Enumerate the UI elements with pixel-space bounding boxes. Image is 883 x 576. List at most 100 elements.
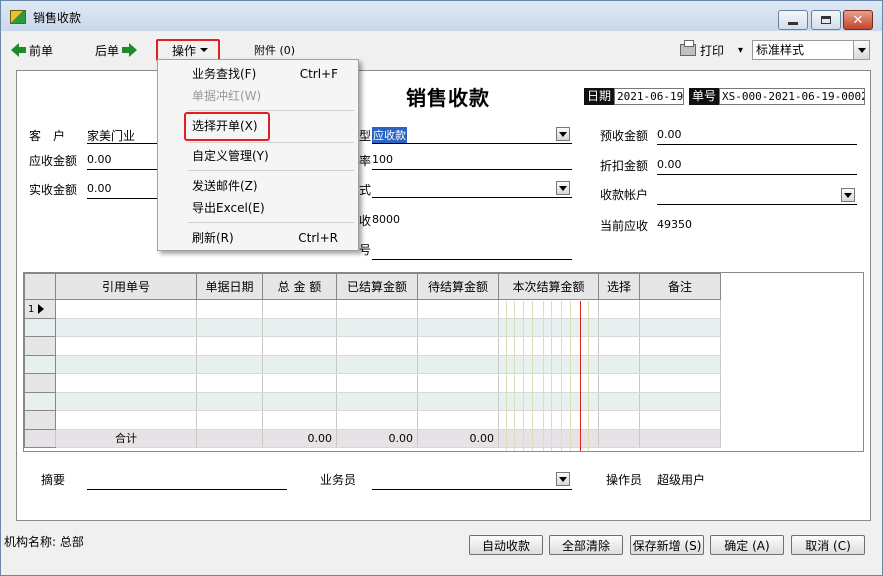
table-row[interactable] xyxy=(24,336,721,356)
col-header-remark[interactable]: 备注 xyxy=(639,273,721,300)
table-cell[interactable] xyxy=(336,373,418,393)
table-cell[interactable] xyxy=(262,392,337,411)
table-cell[interactable] xyxy=(598,318,640,337)
table-row[interactable] xyxy=(24,410,721,430)
confirm-button[interactable]: 确定 (A) xyxy=(710,535,784,555)
attachments-button[interactable]: 附件 (0) xyxy=(254,40,295,60)
table-cell[interactable] xyxy=(196,392,263,411)
row-header[interactable] xyxy=(24,354,56,374)
table-cell[interactable] xyxy=(55,373,197,393)
table-cell[interactable] xyxy=(417,336,499,356)
table-cell[interactable] xyxy=(262,318,337,337)
table-row[interactable] xyxy=(24,354,721,374)
prev-button[interactable]: 前单 xyxy=(11,40,53,60)
table-cell[interactable] xyxy=(417,373,499,393)
table-row[interactable]: 1 xyxy=(24,299,721,319)
table-cell[interactable] xyxy=(336,336,418,356)
cancel-button[interactable]: 取消 (C) xyxy=(791,535,865,555)
row-header[interactable]: 1 xyxy=(24,299,56,319)
table-cell[interactable] xyxy=(196,373,263,393)
table-cell[interactable] xyxy=(55,410,197,430)
receivable-field[interactable]: 0.00 xyxy=(87,153,112,166)
table-cell[interactable] xyxy=(196,410,263,430)
row-header[interactable] xyxy=(24,336,56,356)
table-cell[interactable] xyxy=(262,410,337,430)
table-cell[interactable] xyxy=(639,318,721,337)
print-style-select[interactable]: 标准样式 xyxy=(752,40,870,60)
table-cell[interactable] xyxy=(55,336,197,356)
table-cell[interactable] xyxy=(498,336,599,356)
type-dropdown-icon[interactable] xyxy=(556,127,570,141)
table-cell[interactable] xyxy=(196,355,263,374)
col-header-settled[interactable]: 已结算金额 xyxy=(336,273,418,300)
table-cell[interactable] xyxy=(55,355,197,374)
col-header-current-settle[interactable]: 本次结算金额 xyxy=(498,273,599,300)
row-header[interactable] xyxy=(24,391,56,411)
summary-input[interactable] xyxy=(87,489,287,490)
table-cell[interactable] xyxy=(598,336,640,356)
row-header[interactable] xyxy=(24,373,56,393)
table-cell[interactable] xyxy=(498,373,599,393)
minimize-button[interactable] xyxy=(778,10,808,30)
actual-field[interactable]: 0.00 xyxy=(87,182,112,195)
menu-item-refresh[interactable]: 刷新(R) Ctrl+R xyxy=(158,228,358,248)
table-cell[interactable] xyxy=(336,299,418,319)
table-cell[interactable] xyxy=(498,410,599,430)
table-row[interactable] xyxy=(24,317,721,337)
table-cell[interactable] xyxy=(417,355,499,374)
table-cell[interactable] xyxy=(196,318,263,337)
customer-field[interactable]: 家美门业 xyxy=(87,127,135,144)
table-cell[interactable] xyxy=(598,392,640,411)
table-cell[interactable] xyxy=(417,410,499,430)
table-cell[interactable] xyxy=(639,373,721,393)
table-cell[interactable] xyxy=(55,392,197,411)
rate-field[interactable]: 100 xyxy=(372,153,393,166)
table-cell[interactable] xyxy=(498,318,599,337)
table-cell[interactable] xyxy=(598,355,640,374)
col-header-pending[interactable]: 待结算金额 xyxy=(417,273,499,300)
menu-item-send-email[interactable]: 发送邮件(Z) xyxy=(158,176,358,196)
discount-field[interactable]: 0.00 xyxy=(657,158,682,171)
col-header-select[interactable]: 选择 xyxy=(598,273,640,300)
table-cell[interactable] xyxy=(262,336,337,356)
table-cell[interactable] xyxy=(639,410,721,430)
menu-item-export-excel[interactable]: 导出Excel(E) xyxy=(158,198,358,218)
save-new-button[interactable]: 保存新增 (S) xyxy=(630,535,704,555)
close-button[interactable]: ✕ xyxy=(843,10,873,30)
prepay-field[interactable]: 0.00 xyxy=(657,128,682,141)
dropdown-arrow-icon[interactable] xyxy=(853,41,869,59)
table-cell[interactable] xyxy=(639,299,721,319)
clear-all-button[interactable]: 全部清除 xyxy=(549,535,623,555)
collect-field[interactable]: 8000 xyxy=(372,213,400,226)
table-cell[interactable] xyxy=(55,318,197,337)
menu-item-business-search[interactable]: 业务查找(F) Ctrl+F xyxy=(158,64,358,84)
col-header-ref-no[interactable]: 引用单号 xyxy=(55,273,197,300)
clerk-dropdown-icon[interactable] xyxy=(556,472,570,486)
number-field[interactable]: XS-000-2021-06-19-0002 xyxy=(719,88,865,105)
table-row[interactable] xyxy=(24,373,721,393)
next-button[interactable]: 后单 xyxy=(95,40,138,60)
table-cell[interactable] xyxy=(262,373,337,393)
col-header-date[interactable]: 单据日期 xyxy=(196,273,263,300)
print-button[interactable]: 打印 ▾ xyxy=(680,40,743,60)
table-cell[interactable] xyxy=(498,392,599,411)
col-header-total[interactable]: 总 金 额 xyxy=(262,273,337,300)
maximize-button[interactable] xyxy=(811,10,841,30)
table-cell[interactable] xyxy=(262,355,337,374)
table-cell[interactable] xyxy=(417,318,499,337)
table-cell[interactable] xyxy=(336,318,418,337)
table-cell[interactable] xyxy=(639,392,721,411)
table-row[interactable] xyxy=(24,391,721,411)
table-cell[interactable] xyxy=(598,410,640,430)
table-cell[interactable] xyxy=(55,299,197,319)
table-cell[interactable] xyxy=(498,355,599,374)
row-header[interactable] xyxy=(24,410,56,430)
table-cell[interactable] xyxy=(498,299,599,319)
table-cell[interactable] xyxy=(336,392,418,411)
row-header[interactable] xyxy=(24,317,56,337)
table-cell[interactable] xyxy=(639,355,721,374)
menu-item-custom-management[interactable]: 自定义管理(Y) xyxy=(158,146,358,166)
table-cell[interactable] xyxy=(639,336,721,356)
date-field[interactable]: 2021-06-19 xyxy=(614,88,684,105)
table-cell[interactable] xyxy=(196,336,263,356)
